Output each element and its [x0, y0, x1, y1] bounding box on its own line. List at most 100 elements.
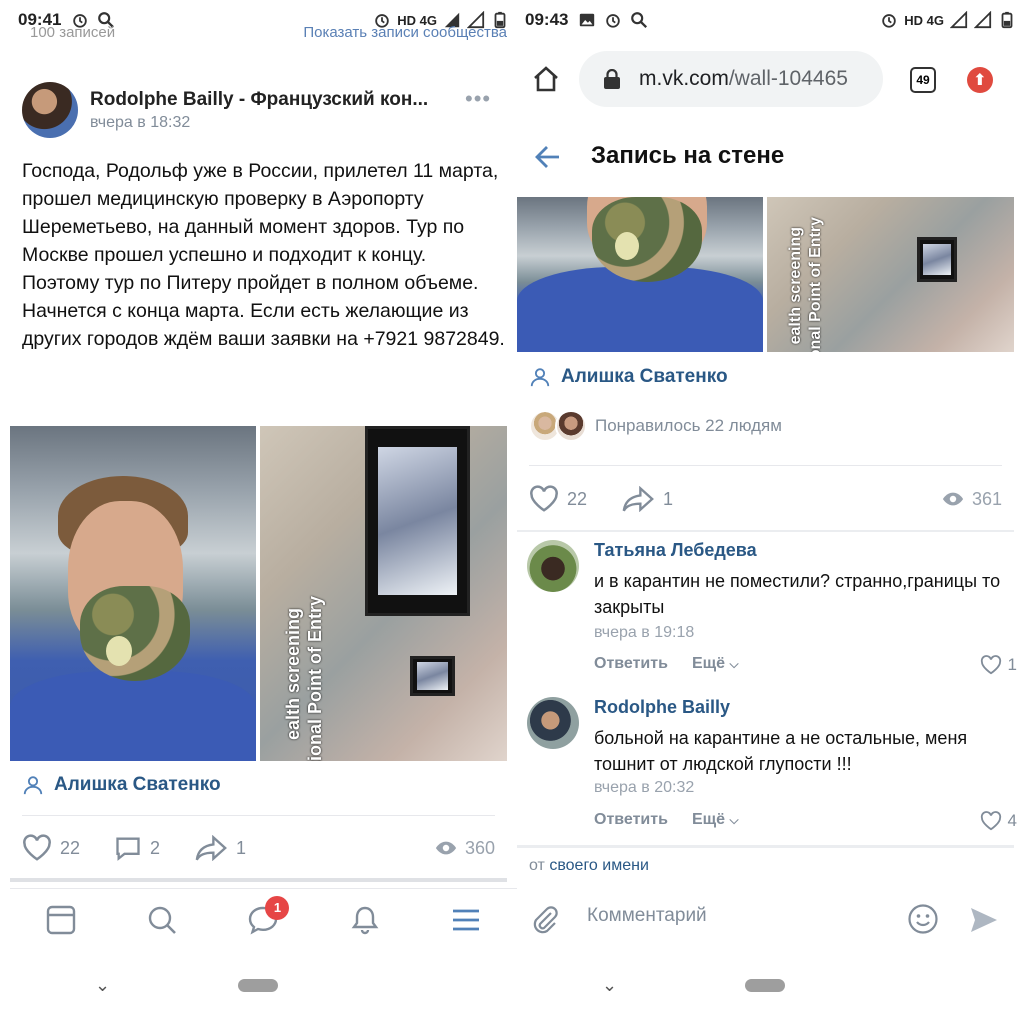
signal-icon [950, 11, 968, 29]
post-photo-screening[interactable]: ealth screening tional Point of Entry [260, 426, 507, 761]
alarm-icon [606, 14, 621, 28]
comment-like-button[interactable]: 4 [980, 811, 1017, 831]
page-title: Запись на стене [591, 142, 785, 169]
nav-menu-icon[interactable] [450, 904, 482, 936]
previous-content-cutoff: 100 записей Показать записи сообщества [30, 24, 507, 40]
post-author[interactable]: Rodolphe Bailly - Французский кон... [90, 89, 450, 111]
more-label: Ещё [691, 655, 726, 672]
user-icon [23, 776, 43, 795]
like-count: 22 [60, 837, 81, 858]
share-count: 1 [663, 488, 674, 509]
tabs-icon[interactable]: 49 [910, 67, 936, 93]
chevron-down-icon[interactable]: ⌄ [95, 975, 110, 996]
comment-from-row: от своего имени [529, 857, 649, 875]
more-label: Ещё [691, 811, 726, 828]
nav-messages-icon[interactable]: 1 [247, 895, 290, 936]
send-icon[interactable] [969, 905, 999, 935]
share-button[interactable]: 1 [621, 486, 673, 512]
chevron-down-icon[interactable]: ⌄ [602, 975, 617, 996]
photo-monitor-small [917, 237, 957, 282]
home-gesture-pill[interactable] [238, 979, 278, 992]
signed-by[interactable]: Алишка Сватенко [22, 774, 221, 796]
right-screen: 09:43 HD 4G m.vk.com/wall-104465 49 ⬆ За… [517, 0, 1024, 1024]
photo-monitor-small [410, 656, 455, 696]
nav-notifications-icon[interactable] [349, 904, 381, 936]
comment-icon [116, 837, 140, 861]
image-icon [580, 13, 595, 27]
search-icon [148, 906, 176, 934]
messages-badge: 1 [265, 895, 290, 920]
home-gesture-pill[interactable] [745, 979, 785, 992]
update-icon[interactable]: ⬆ [967, 67, 993, 93]
post-photo-selfie[interactable] [517, 197, 763, 352]
photo-monitor-small-screen [416, 662, 449, 690]
chevron-down-icon: ⌵ [729, 657, 739, 671]
home-icon[interactable] [531, 64, 561, 94]
post-time[interactable]: вчера в 18:32 [90, 114, 190, 132]
photo-mask-valve [106, 636, 132, 666]
comment-text: и в карантин не поместили? странно,грани… [594, 571, 1001, 617]
post-photo-selfie[interactable] [10, 426, 256, 761]
smile-icon[interactable] [907, 903, 939, 935]
post-photo-screening[interactable]: ealth screening tional Point of Entry [767, 197, 1014, 352]
back-icon[interactable] [535, 144, 561, 170]
reply-button[interactable]: Ответить [594, 655, 668, 673]
like-count: 22 [567, 488, 588, 509]
from-identity-link[interactable]: своего имени [549, 857, 649, 874]
post-actions: 22 2 1 360 [22, 834, 507, 862]
user-icon [530, 368, 550, 387]
lock-icon [604, 69, 620, 89]
comment-like-count: 1 [1007, 655, 1017, 674]
reply-button[interactable]: Ответить [594, 811, 668, 829]
view-count-value: 360 [464, 837, 495, 858]
more-button[interactable]: Ещё ⌵ [692, 811, 739, 829]
heart-icon [23, 834, 51, 861]
photo-mask-valve [615, 232, 639, 260]
heart-icon [980, 811, 1001, 831]
comment-time: вчера в 20:32 [594, 779, 695, 796]
attach-icon[interactable] [531, 905, 559, 935]
commenter-avatar[interactable] [527, 540, 579, 592]
commenter-avatar[interactable] [527, 697, 579, 749]
records-count: 100 записей [30, 24, 116, 40]
status-time: 09:43 [525, 10, 569, 29]
heart-icon [980, 655, 1001, 675]
comment-input[interactable]: Комментарий [587, 905, 707, 927]
search-icon [631, 12, 648, 29]
author-avatar[interactable] [22, 82, 78, 138]
address-bar[interactable]: m.vk.com/wall-104465 [579, 51, 883, 107]
commenter-name[interactable]: Rodolphe Bailly [594, 697, 730, 718]
more-button[interactable]: Ещё ⌵ [692, 655, 739, 673]
menu-icon [453, 909, 480, 930]
share-button[interactable]: 1 [194, 835, 246, 861]
comment-like-button[interactable]: 1 [980, 655, 1017, 675]
divider [529, 465, 1002, 466]
like-button[interactable]: 22 [529, 485, 587, 513]
more-icon[interactable]: ••• [465, 86, 491, 112]
page-header: Запись на стене [517, 120, 1024, 192]
eye-icon [435, 841, 457, 855]
status-bar: 09:43 HD 4G [517, 0, 1024, 40]
liker-avatar [555, 410, 587, 442]
battery-icon [1001, 11, 1013, 29]
photo-monitor-screen [377, 447, 458, 595]
show-community-posts-link[interactable]: Показать записи сообщества [303, 24, 507, 40]
comment-text: больной на карантине а не остальные, мен… [594, 728, 968, 774]
comment-button[interactable]: 2 [114, 834, 160, 862]
liked-by-row[interactable]: Понравилось 22 людям [529, 410, 782, 442]
photo-mask [80, 586, 190, 681]
liked-by-text: Понравилось 22 людям [595, 416, 782, 435]
nav-search-icon[interactable] [146, 904, 178, 936]
like-button[interactable]: 22 [22, 834, 80, 862]
nav-news-icon[interactable] [45, 904, 77, 936]
eye-icon [942, 492, 964, 506]
signed-by[interactable]: Алишка Сватенко [529, 366, 728, 388]
post-text: Господа, Родольф уже в России, прилетел … [22, 160, 505, 350]
photo-shirt [10, 671, 256, 761]
left-screen: 09:41 HD 4G 100 записей Показать записи … [10, 0, 517, 1024]
signed-by-name: Алишка Сватенко [561, 366, 728, 387]
comment-actions: Ответить Ещё ⌵ [594, 811, 739, 829]
commenter-name[interactable]: Татьяна Лебедева [594, 540, 757, 561]
comment-time: вчера в 19:18 [594, 624, 695, 641]
comment-count: 2 [150, 837, 161, 858]
